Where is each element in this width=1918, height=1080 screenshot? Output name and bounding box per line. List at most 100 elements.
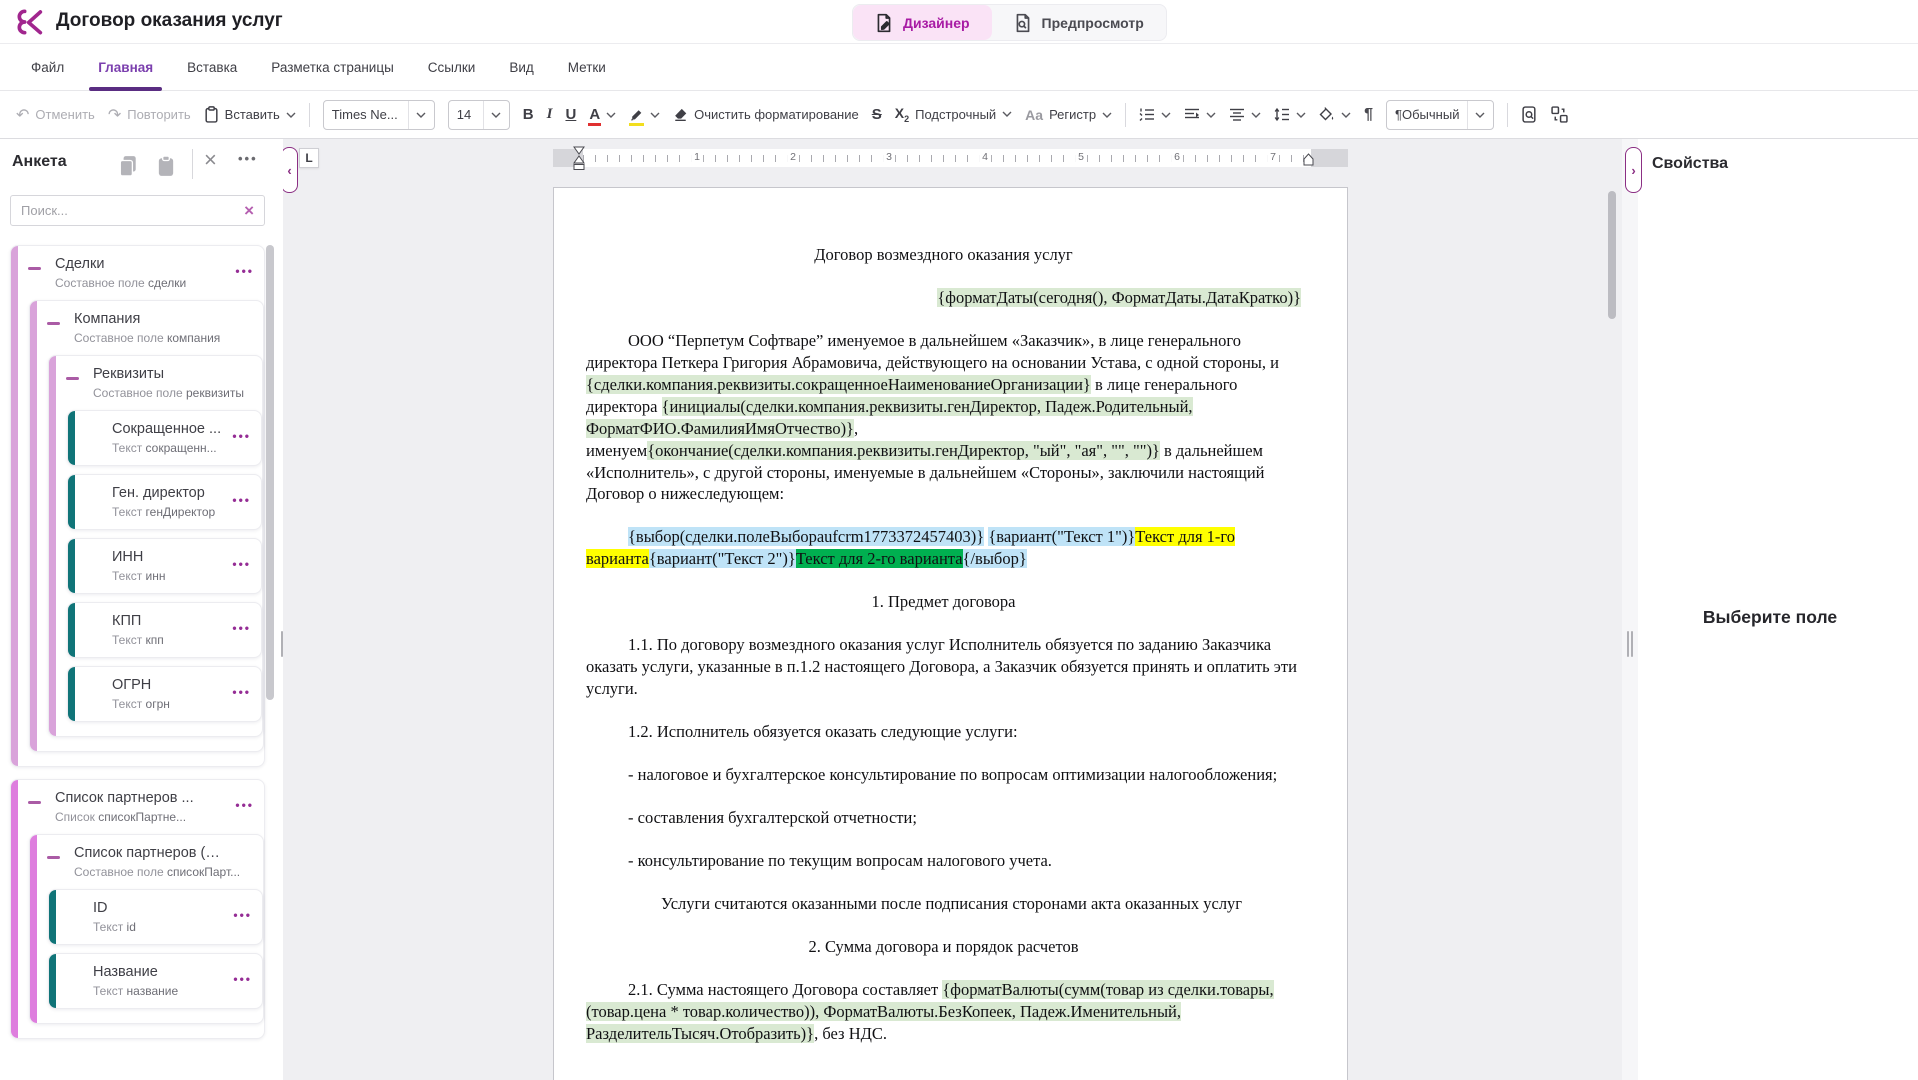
tree-item-header[interactable]: СделкиСоставное поле сделки••• (11, 246, 264, 300)
choice-token[interactable]: {вариант("Текст 1")} (988, 527, 1135, 546)
tree-item-header[interactable]: IDТекст id••• (49, 890, 262, 944)
tree-item[interactable]: ИННТекст инн••• (67, 538, 262, 594)
doc-text-run: 2.1. Сумма настоящего Договора составляе… (628, 980, 942, 999)
font-size-select[interactable]: 14 (448, 100, 510, 130)
clear-formatting-button[interactable]: Очистить форматирование (673, 107, 859, 122)
template-field-token[interactable]: {инициалы(сделки.компания.реквизиты.генД… (586, 397, 1193, 438)
tree-item[interactable]: Список партнеров (UF_...Составное поле с… (29, 834, 264, 1024)
collapse-dash-icon[interactable] (47, 856, 60, 859)
close-icon[interactable]: × (204, 147, 217, 173)
tree-item-header[interactable]: РеквизитыСоставное поле реквизиты (49, 356, 262, 410)
case-button[interactable]: Aa Регистр (1025, 107, 1112, 123)
tree-item-header[interactable]: Список партнеров (UF_...Составное поле с… (30, 835, 263, 889)
tree-item[interactable]: НазваниеТекст название••• (48, 953, 263, 1009)
indent-marker[interactable] (573, 146, 585, 172)
tree-item-header[interactable]: КомпанияСоставное поле компания (30, 301, 263, 355)
find-in-document-button[interactable] (1521, 106, 1538, 123)
choice-token[interactable]: {вариант("Текст 2")} (649, 549, 796, 568)
collapse-properties-pill[interactable]: › (1625, 147, 1642, 193)
choice-token[interactable]: {выбор(сделки.полеВыбораufcrm17733724574… (628, 527, 984, 546)
tree-item[interactable]: РеквизитыСоставное поле реквизитыСокраще… (48, 355, 263, 737)
tree-item[interactable]: Список партнеров ...Список списокПартне.… (10, 779, 265, 1039)
collapse-dash-icon[interactable] (28, 267, 41, 270)
show-marks-button[interactable]: ¶ (1364, 106, 1373, 124)
italic-button[interactable]: I (547, 106, 553, 123)
tab-file[interactable]: Файл (14, 44, 81, 90)
tree-item-header[interactable]: Сокращенное ...Текст сокращенн...••• (68, 411, 261, 465)
tree-item[interactable]: ОГРНТекст огрн••• (67, 666, 262, 722)
paragraph-style-select[interactable]: ¶Обычный (1386, 100, 1494, 130)
tree-item-header[interactable]: ИННТекст инн••• (68, 539, 261, 593)
undo-button[interactable]: ↶ Отменить (16, 107, 95, 123)
tab-links[interactable]: Ссылки (411, 44, 493, 90)
alignment-button[interactable] (1229, 107, 1261, 122)
tab-insert[interactable]: Вставка (170, 44, 254, 90)
doc-paragraph: 2.1. Сумма настоящего Договора составляе… (586, 979, 1301, 1045)
right-indent-marker[interactable] (1303, 153, 1314, 166)
tree-item-menu-button[interactable]: ••• (233, 908, 252, 922)
tree-item-header[interactable]: Ген. директорТекст генДиректор••• (68, 475, 261, 529)
tree-item-menu-button[interactable]: ••• (232, 685, 251, 699)
tab-page-layout[interactable]: Разметка страницы (254, 44, 410, 90)
subscript-button[interactable]: X2 Подстрочный (895, 105, 1012, 124)
collapse-dash-icon[interactable] (47, 322, 60, 325)
template-field-token[interactable]: {форматДаты(сегодня(), ФорматДаты.ДатаКр… (937, 288, 1301, 307)
tab-home[interactable]: Главная (81, 44, 170, 90)
tree-item-menu-button[interactable]: ••• (232, 493, 251, 507)
bold-button[interactable]: B (523, 106, 534, 123)
formatting-toolbar: ↶ Отменить ↷ Повторить Вставить Times Ne… (0, 91, 1918, 139)
shading-button[interactable] (1319, 107, 1351, 122)
sidebar-scrollbar[interactable] (266, 245, 274, 700)
tab-stop-selector[interactable]: L (299, 148, 319, 168)
document-page[interactable]: Договор возмездного оказания услуг{форма… (553, 187, 1348, 1080)
collapse-dash-icon[interactable] (28, 801, 41, 804)
clear-search-icon[interactable]: × (244, 201, 254, 221)
tree-item-menu-button[interactable]: ••• (232, 429, 251, 443)
choice-token[interactable]: {/выбор} (963, 549, 1027, 568)
copy-icon[interactable] (118, 155, 138, 177)
properties-panel: › Свойства Выберите поле (1622, 139, 1918, 1080)
tab-marks[interactable]: Метки (551, 44, 623, 90)
field-codes-toggle-button[interactable] (1551, 106, 1568, 123)
designer-mode-button[interactable]: Дизайнер (853, 5, 992, 40)
properties-resize-handle[interactable] (1627, 631, 1635, 657)
tree-item[interactable]: СделкиСоставное поле сделки•••КомпанияСо… (10, 245, 265, 767)
tree-item-menu-button[interactable]: ••• (235, 798, 254, 812)
properties-title: Свойства (1652, 155, 1728, 173)
collapse-sidebar-pill[interactable]: ‹ (283, 147, 298, 193)
template-field-token[interactable]: {сделки.компания.реквизиты.сокращенноеНа… (586, 375, 1091, 394)
redo-button[interactable]: ↷ Повторить (108, 107, 191, 123)
font-color-button[interactable]: A (589, 106, 616, 123)
redo-icon: ↷ (108, 107, 121, 123)
tree-item[interactable]: КППТекст кпп••• (67, 602, 262, 658)
tree-item-header[interactable]: НазваниеТекст название••• (49, 954, 262, 1008)
tree-item[interactable]: IDТекст id••• (48, 889, 263, 945)
document-scrollbar[interactable] (1608, 191, 1616, 319)
line-spacing-button[interactable] (1274, 107, 1306, 122)
highlight-color-button[interactable] (629, 107, 660, 122)
paste-clipboard-icon[interactable] (156, 155, 176, 177)
tree-item[interactable]: КомпанияСоставное поле компанияРеквизиты… (29, 300, 264, 752)
paste-button[interactable]: Вставить (204, 106, 296, 123)
tree-item-header[interactable]: Список партнеров ...Список списокПартне.… (11, 780, 264, 834)
tree-item-menu-button[interactable]: ••• (235, 264, 254, 278)
tree-item[interactable]: Сокращенное ...Текст сокращенн...••• (67, 410, 262, 466)
preview-mode-button[interactable]: Предпросмотр (992, 5, 1166, 40)
tree-item-menu-button[interactable]: ••• (232, 557, 251, 571)
numbered-list-button[interactable] (1139, 107, 1171, 122)
search-input[interactable] (21, 203, 244, 218)
indent-button[interactable] (1184, 107, 1216, 122)
variant-2-text[interactable]: Текст для 2-го варианта (796, 549, 963, 568)
tree-item-menu-button[interactable]: ••• (233, 972, 252, 986)
template-field-token[interactable]: {окончание(сделки.компания.реквизиты.ген… (647, 441, 1160, 460)
collapse-dash-icon[interactable] (66, 377, 79, 380)
more-options-icon[interactable]: ••• (238, 151, 258, 166)
strikethrough-button[interactable]: S (872, 106, 882, 123)
font-family-select[interactable]: Times Ne... (323, 100, 435, 130)
tree-item[interactable]: Ген. директорТекст генДиректор••• (67, 474, 262, 530)
tree-item-menu-button[interactable]: ••• (232, 621, 251, 635)
tree-item-header[interactable]: ОГРНТекст огрн••• (68, 667, 261, 721)
tree-item-header[interactable]: КППТекст кпп••• (68, 603, 261, 657)
tab-view[interactable]: Вид (492, 44, 550, 90)
underline-button[interactable]: U (565, 106, 576, 123)
